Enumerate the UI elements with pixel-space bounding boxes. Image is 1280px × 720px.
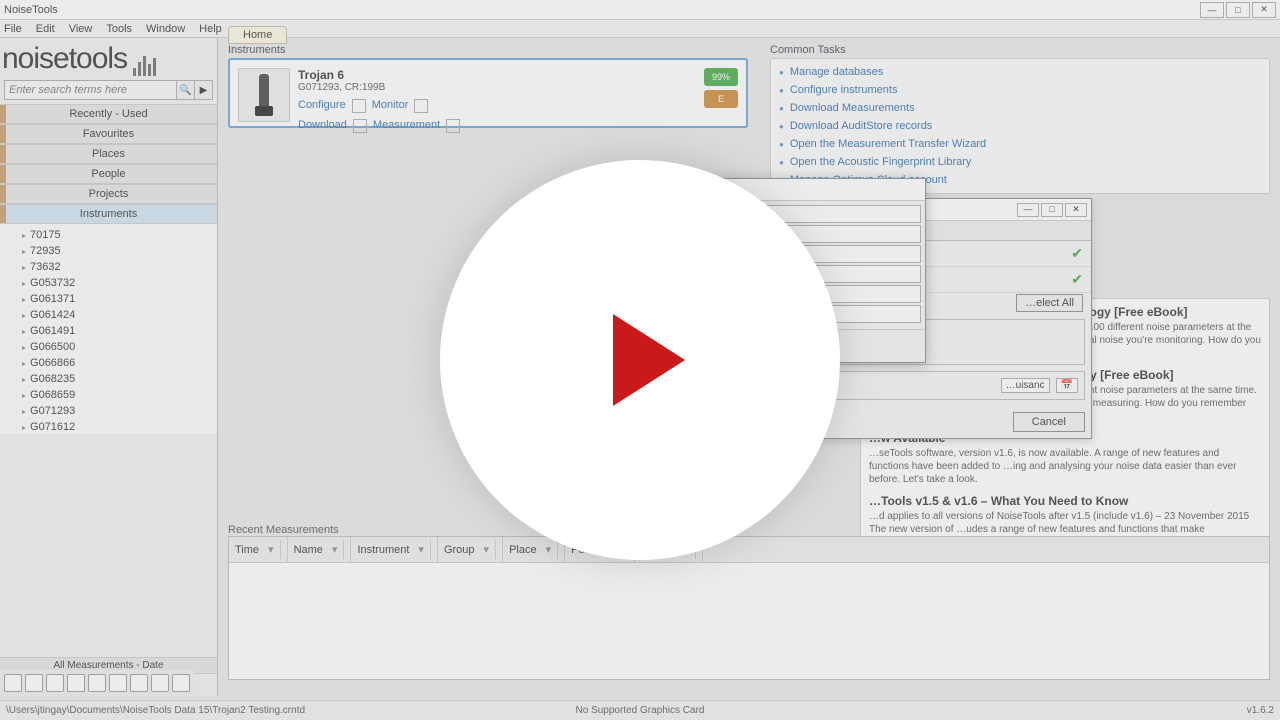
- tool-5[interactable]: [88, 674, 106, 692]
- calendar-icon[interactable]: 📅: [1056, 378, 1078, 393]
- measurement-link[interactable]: Measurement: [373, 119, 440, 133]
- title-bar: NoiseTools — □ ✕: [0, 0, 1280, 20]
- menu-bar: File Edit View Tools Window Help: [0, 20, 1280, 38]
- sidebar-favourites[interactable]: Favourites: [0, 124, 217, 144]
- tree-item[interactable]: G061491: [14, 323, 217, 339]
- monitor-icon[interactable]: [414, 99, 428, 113]
- recent-table: Time ▾Name ▾Instrument ▾Group ▾Place ▾Pe…: [228, 536, 1270, 680]
- battery-badge: 99%: [704, 68, 738, 86]
- common-task-item[interactable]: Manage databases: [777, 63, 1263, 81]
- download-icon[interactable]: [353, 119, 367, 133]
- search-icon[interactable]: 🔍: [176, 81, 194, 99]
- status-center: No Supported Graphics Card: [576, 705, 705, 716]
- sidebar-instruments[interactable]: Instruments: [0, 204, 217, 224]
- check-icon: ✔: [1071, 245, 1083, 262]
- instrument-tree: 701757293573632G053732G061371G061424G061…: [0, 224, 217, 434]
- menu-help[interactable]: Help: [199, 23, 222, 35]
- tree-item[interactable]: G053732: [14, 275, 217, 291]
- tree-item[interactable]: G061424: [14, 307, 217, 323]
- tree-item[interactable]: G071612: [14, 419, 217, 434]
- app-title: NoiseTools: [4, 4, 58, 16]
- tool-9[interactable]: [172, 674, 190, 692]
- column-header[interactable]: Name ▾: [288, 537, 352, 562]
- tree-item[interactable]: G068659: [14, 387, 217, 403]
- configure-icon[interactable]: [352, 99, 366, 113]
- mode-badge: E: [704, 90, 738, 108]
- menu-file[interactable]: File: [4, 23, 22, 35]
- common-task-item[interactable]: Download Measurements: [777, 99, 1263, 117]
- menu-view[interactable]: View: [69, 23, 93, 35]
- tool-8[interactable]: [151, 674, 169, 692]
- download-link[interactable]: Download: [298, 119, 347, 133]
- search-row: 🔍 ▶: [4, 80, 213, 100]
- news-body: …seTools software, version v1.6, is now …: [869, 447, 1261, 486]
- close-button[interactable]: ✕: [1252, 2, 1276, 18]
- dlg-max-icon[interactable]: □: [1041, 203, 1063, 217]
- tool-6[interactable]: [109, 674, 127, 692]
- instrument-name: Trojan 6: [298, 68, 690, 82]
- instrument-sub: G071293, CR:199B: [298, 82, 690, 93]
- sidebar: noisetools 🔍 ▶ Recently - Used Favourite…: [0, 38, 218, 696]
- tree-item[interactable]: 73632: [14, 259, 217, 275]
- instruments-label: Instruments: [228, 44, 748, 56]
- common-task-item[interactable]: Open the Acoustic Fingerprint Library: [777, 153, 1263, 171]
- tree-item[interactable]: G066866: [14, 355, 217, 371]
- common-tasks-label: Common Tasks: [770, 44, 1270, 56]
- check-icon: ✔: [1071, 271, 1083, 288]
- tool-2[interactable]: [25, 674, 43, 692]
- common-task-item[interactable]: Open the Measurement Transfer Wizard: [777, 135, 1263, 153]
- search-input[interactable]: [5, 81, 176, 99]
- sidebar-places[interactable]: Places: [0, 144, 217, 164]
- common-tasks-list: Manage databasesConfigure instrumentsDow…: [770, 58, 1270, 194]
- column-header[interactable]: Time ▾: [229, 537, 288, 562]
- common-task-item[interactable]: Configure instruments: [777, 81, 1263, 99]
- tree-item[interactable]: G068235: [14, 371, 217, 387]
- menu-edit[interactable]: Edit: [36, 23, 55, 35]
- tree-item[interactable]: 72935: [14, 243, 217, 259]
- minimize-button[interactable]: —: [1200, 2, 1224, 18]
- menu-tools[interactable]: Tools: [106, 23, 132, 35]
- logo: noisetools: [0, 38, 217, 78]
- dlg-close-icon[interactable]: ✕: [1065, 203, 1087, 217]
- play-icon: [613, 314, 685, 406]
- search-go-icon[interactable]: ▶: [194, 81, 212, 99]
- sidebar-recent[interactable]: Recently - Used: [0, 104, 217, 124]
- column-header[interactable]: Group ▾: [438, 537, 503, 562]
- tree-item[interactable]: G061371: [14, 291, 217, 307]
- tool-4[interactable]: [67, 674, 85, 692]
- tool-7[interactable]: [130, 674, 148, 692]
- play-button[interactable]: [440, 160, 840, 560]
- maximize-button[interactable]: □: [1226, 2, 1250, 18]
- nuisance-select[interactable]: …uisanc: [1001, 378, 1050, 393]
- common-task-item[interactable]: Download AuditStore records: [777, 117, 1263, 135]
- tool-3[interactable]: [46, 674, 64, 692]
- tool-1[interactable]: [4, 674, 22, 692]
- tree-item[interactable]: G071293: [14, 403, 217, 419]
- monitor-link[interactable]: Monitor: [372, 99, 409, 113]
- menu-window[interactable]: Window: [146, 23, 185, 35]
- cancel-button[interactable]: Cancel: [1013, 412, 1085, 432]
- configure-link[interactable]: Configure: [298, 99, 346, 113]
- sidebar-projects[interactable]: Projects: [0, 184, 217, 204]
- column-header[interactable]: Instrument ▾: [351, 537, 438, 562]
- status-version: v1.6.2: [1247, 705, 1274, 716]
- instrument-image: [238, 68, 290, 122]
- status-path: \Users\jtingay\Documents\NoiseTools Data…: [6, 705, 305, 716]
- news-title: …Tools v1.5 & v1.6 – What You Need to Kn…: [869, 494, 1261, 508]
- sidebar-people[interactable]: People: [0, 164, 217, 184]
- measurement-icon[interactable]: [446, 119, 460, 133]
- tree-item[interactable]: G066500: [14, 339, 217, 355]
- tree-item[interactable]: 70175: [14, 227, 217, 243]
- instrument-card: Trojan 6 G071293, CR:199B Configure Moni…: [228, 58, 748, 128]
- bottom-toolbar: [0, 670, 194, 696]
- dlg-min-icon[interactable]: —: [1017, 203, 1039, 217]
- status-bar: \Users\jtingay\Documents\NoiseTools Data…: [0, 700, 1280, 720]
- select-all-button[interactable]: …elect All: [1016, 294, 1083, 312]
